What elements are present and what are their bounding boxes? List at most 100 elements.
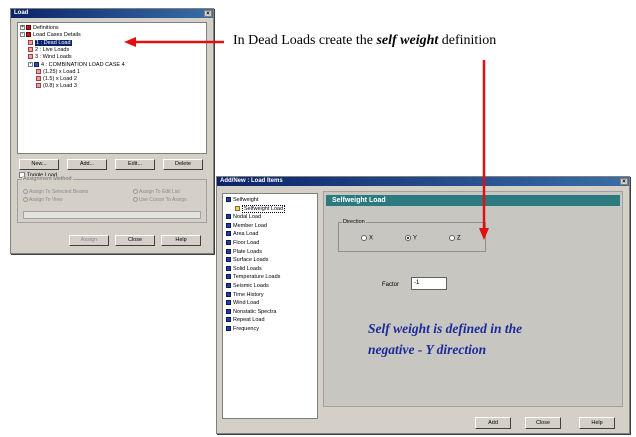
load-type-label: Frequency [233, 326, 259, 332]
load-type-item[interactable]: Seismic Loads [226, 282, 269, 290]
load-type-icon [226, 197, 231, 203]
load-type-label: Temperature Loads [233, 274, 281, 281]
radio-selected-icon [405, 235, 411, 241]
assign-edit-field[interactable] [23, 211, 201, 219]
direction-z-label: Z [457, 235, 461, 242]
load-type-item[interactable]: Member Load [226, 222, 267, 230]
load-type-label: Selfweight [233, 197, 259, 203]
direction-caption: Direction [342, 219, 366, 225]
radio-icon [361, 235, 367, 241]
close-button[interactable]: Close [525, 417, 561, 429]
assign-selected-beams-label: Assign To Selected Beams [29, 189, 89, 195]
load-type-item[interactable]: Surface Loads [226, 256, 268, 264]
close-icon[interactable]: × [620, 178, 628, 185]
expand-icon[interactable]: + [20, 25, 25, 31]
annotation-suffix: definition [438, 33, 497, 48]
direction-y-label: Y [413, 235, 418, 242]
load-case-icon [36, 76, 41, 82]
tree-item[interactable]: (0.8) x Load 3 [36, 83, 77, 90]
load-dialog-titlebar[interactable]: Load × [11, 9, 213, 18]
load-type-icon [235, 205, 240, 211]
edit-button[interactable]: Edit... [115, 159, 155, 170]
add-dialog-title: Add/New : Load Items [220, 178, 283, 184]
add-button[interactable]: Add [475, 417, 511, 429]
use-cursor-radio[interactable]: Use Cursor To Assign [133, 197, 187, 203]
tree-item-label: (0.8) x Load 3 [43, 83, 77, 90]
direction-y-radio[interactable]: Y [405, 235, 417, 243]
load-type-item[interactable]: Repeat Load [226, 316, 265, 324]
annotation-emphasis: self weight [376, 33, 439, 48]
tree-item[interactable]: (1.25) x Load 1 [36, 69, 80, 76]
load-type-icon [226, 214, 231, 220]
assign-edit-list-radio[interactable]: Assign To Edit List [133, 189, 180, 195]
collapse-icon[interactable]: - [28, 61, 33, 67]
direction-z-radio[interactable]: Z [449, 235, 461, 243]
load-type-item[interactable]: Solid Loads [226, 265, 262, 273]
add-load-items-dialog: Add/New : Load Items × Selfweight Selfwei… [216, 176, 630, 434]
assign-view-radio[interactable]: Assign To View [23, 197, 63, 203]
assign-button[interactable]: Assign [69, 235, 109, 246]
close-icon[interactable]: × [204, 10, 212, 17]
load-type-label: Member Load [233, 222, 267, 229]
annotation-text: In Dead Loads create the self weight def… [233, 33, 496, 49]
load-type-item[interactable]: Nonstatic Spectra [226, 308, 276, 316]
load-type-item[interactable]: Floor Load [226, 239, 259, 247]
radio-icon [133, 197, 138, 203]
load-type-label: Selfweight Load [242, 204, 286, 213]
load-dialog: Load × + Definitions - Load Cases Details 1 … [10, 8, 214, 254]
load-case-icon [28, 39, 33, 45]
load-case-icon [28, 46, 33, 52]
load-dialog-title: Load [14, 10, 29, 16]
load-type-item[interactable]: Nodal Load [226, 213, 261, 221]
load-type-label: Nodal Load [233, 214, 262, 221]
tree-item[interactable]: + Definitions [20, 25, 59, 32]
load-type-item[interactable]: Time History [226, 291, 264, 299]
load-type-item[interactable]: Selfweight [226, 196, 258, 204]
factor-input[interactable]: -1 [411, 277, 447, 290]
load-type-item[interactable]: Area Load [226, 230, 258, 238]
load-case-icon [36, 83, 41, 89]
new-button[interactable]: New... [19, 159, 59, 170]
annotation-note-line2: negative - Y direction [368, 342, 487, 357]
load-type-icon [226, 231, 231, 237]
tree-item[interactable]: 2 : Live Loads [28, 47, 69, 54]
assign-edit-list-label: Assign To Edit List [139, 189, 180, 195]
load-type-item[interactable]: Temperature Loads [226, 273, 280, 281]
load-type-icon [226, 326, 231, 332]
tree-item-label: Load Cases Details [33, 32, 81, 39]
tree-item[interactable]: 1 : Dead Load [28, 39, 72, 47]
tree-item[interactable]: 3 : Wind Loads [28, 54, 72, 61]
direction-x-radio[interactable]: X [361, 235, 373, 243]
assign-selected-beams-radio[interactable]: Assign To Selected Beams [23, 189, 88, 195]
add-dialog-titlebar[interactable]: Add/New : Load Items × [217, 177, 629, 186]
load-type-list[interactable]: Selfweight Selfweight Load Nodal Load Membe… [222, 193, 318, 419]
load-type-item[interactable]: Frequency [226, 325, 259, 333]
direction-group: Direction X Y Z [338, 219, 486, 252]
tree-item[interactable]: - 4 : COMBINATION LOAD CASE 4 [28, 61, 125, 69]
load-case-icon [26, 32, 31, 38]
annotation-note-line1: Self weight is defined in the [368, 321, 523, 336]
collapse-icon[interactable]: - [20, 32, 25, 38]
delete-button[interactable]: Delete [163, 159, 203, 170]
tree-item-label: 1 : Dead Load [35, 39, 72, 46]
help-button[interactable]: Help [161, 235, 201, 246]
tree-item-label: 4 : COMBINATION LOAD CASE 4 [41, 61, 125, 68]
assignment-method-caption: Assignment Method [22, 176, 73, 182]
add-button[interactable]: Add... [67, 159, 107, 170]
load-type-icon [226, 248, 231, 254]
tree-item-label: 3 : Wind Loads [35, 54, 72, 61]
load-type-item[interactable]: Selfweight Load [235, 204, 286, 213]
load-type-label: Floor Load [233, 240, 260, 246]
load-type-item[interactable]: Plate Loads [226, 248, 262, 256]
use-cursor-label: Use Cursor To Assign [139, 197, 187, 203]
tree-item[interactable]: (1.5) x Load 2 [36, 76, 77, 83]
tree-item-label: (1.5) x Load 2 [43, 76, 77, 83]
tree-item-label: (1.25) x Load 1 [43, 68, 80, 75]
load-type-label: Wind Load [233, 300, 260, 307]
load-type-item[interactable]: Wind Load [226, 299, 259, 307]
close-button[interactable]: Close [115, 235, 155, 246]
load-case-tree[interactable]: + Definitions - Load Cases Details 1 : Dead … [17, 22, 207, 154]
tree-item[interactable]: - Load Cases Details [20, 32, 81, 39]
help-button[interactable]: Help [579, 417, 615, 429]
direction-x-label: X [369, 235, 374, 242]
